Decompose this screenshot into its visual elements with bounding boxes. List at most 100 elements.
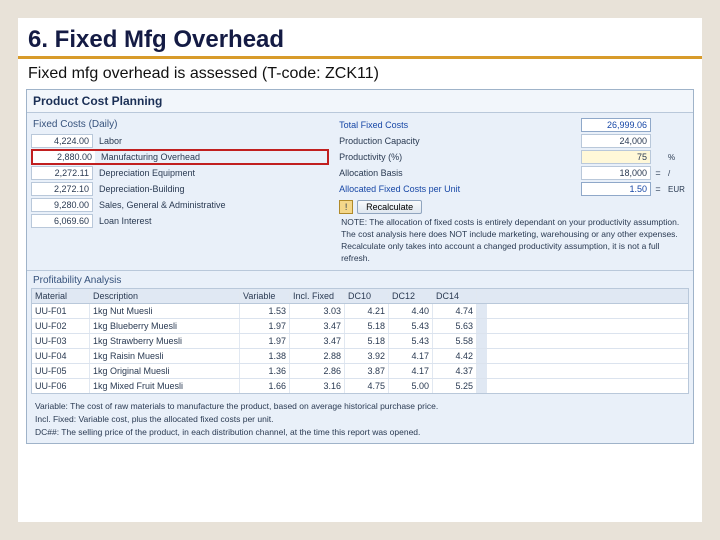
cell: 1kg Mixed Fruit Muesli bbox=[90, 379, 240, 393]
col-dc14: DC14 bbox=[433, 289, 477, 303]
fixed-cost-row: 6,069.60 Loan Interest bbox=[31, 213, 329, 229]
app-header: Product Cost Planning bbox=[27, 90, 693, 113]
cell: UU-F03 bbox=[32, 334, 90, 348]
cell: UU-F04 bbox=[32, 349, 90, 363]
perunit-label: Allocated Fixed Costs per Unit bbox=[339, 184, 581, 194]
scrollbar[interactable] bbox=[477, 289, 487, 303]
def-dc: DC##: The selling price of the product, … bbox=[35, 426, 685, 439]
cell: 5.18 bbox=[345, 319, 389, 333]
col-variable: Variable bbox=[240, 289, 290, 303]
fixed-cost-value[interactable]: 2,880.00 bbox=[33, 151, 95, 163]
fixed-cost-value[interactable]: 2,272.10 bbox=[31, 182, 93, 196]
table-row[interactable]: UU-F011kg Nut Muesli1.533.034.214.404.74 bbox=[32, 304, 688, 319]
cell: 4.75 bbox=[345, 379, 389, 393]
fixed-cost-value[interactable]: 4,224.00 bbox=[31, 134, 93, 148]
cell: UU-F05 bbox=[32, 364, 90, 378]
equals-icon: = bbox=[651, 184, 665, 194]
cell: UU-F06 bbox=[32, 379, 90, 393]
scrollbar[interactable] bbox=[477, 304, 487, 318]
table-row[interactable]: UU-F031kg Strawberry Muesli1.973.475.185… bbox=[32, 334, 688, 349]
basis-value: 18,000 bbox=[581, 166, 651, 180]
cell: 1kg Raisin Muesli bbox=[90, 349, 240, 363]
allocation-note: NOTE: The allocation of fixed costs is e… bbox=[339, 214, 689, 264]
fixed-cost-row: 9,280.00Sales, General & Administrative bbox=[31, 197, 329, 213]
def-incl-fixed: Incl. Fixed: Variable cost, plus the all… bbox=[35, 413, 685, 426]
cell: 1.97 bbox=[240, 334, 290, 348]
cell: 1kg Original Muesli bbox=[90, 364, 240, 378]
scrollbar[interactable] bbox=[477, 334, 487, 348]
fixed-cost-label: Manufacturing Overhead bbox=[101, 152, 200, 162]
profitability-table: Material Description Variable Incl. Fixe… bbox=[31, 288, 689, 394]
cell: 1.97 bbox=[240, 319, 290, 333]
cell: 1.38 bbox=[240, 349, 290, 363]
warning-icon: ! bbox=[339, 200, 353, 214]
table-row[interactable]: UU-F061kg Mixed Fruit Muesli1.663.164.75… bbox=[32, 379, 688, 393]
fixed-cost-label: Loan Interest bbox=[99, 216, 152, 226]
cell: 3.03 bbox=[290, 304, 345, 318]
cell: 4.40 bbox=[389, 304, 433, 318]
fixed-cost-value[interactable]: 6,069.60 bbox=[31, 214, 93, 228]
cell: 3.47 bbox=[290, 319, 345, 333]
allocation-group: Total Fixed Costs 26,999.06 Production C… bbox=[339, 117, 689, 264]
table-row[interactable]: UU-F021kg Blueberry Muesli1.973.475.185.… bbox=[32, 319, 688, 334]
cell: UU-F02 bbox=[32, 319, 90, 333]
total-fixed-value: 26,999.06 bbox=[581, 118, 651, 132]
cell: 4.17 bbox=[389, 364, 433, 378]
equals-icon: = bbox=[651, 168, 665, 178]
cell: 1.66 bbox=[240, 379, 290, 393]
cell: 5.43 bbox=[389, 334, 433, 348]
scrollbar[interactable] bbox=[477, 319, 487, 333]
recalculate-button[interactable]: Recalculate bbox=[357, 200, 422, 214]
cell: 4.74 bbox=[433, 304, 477, 318]
cell: 5.58 bbox=[433, 334, 477, 348]
profitability-title: Profitability Analysis bbox=[27, 271, 693, 288]
cell: 4.17 bbox=[389, 349, 433, 363]
col-incl-fixed: Incl. Fixed bbox=[290, 289, 345, 303]
basis-unit: / bbox=[665, 169, 689, 178]
cell: 1kg Strawberry Muesli bbox=[90, 334, 240, 348]
scrollbar[interactable] bbox=[477, 349, 487, 363]
col-dc12: DC12 bbox=[389, 289, 433, 303]
col-dc10: DC10 bbox=[345, 289, 389, 303]
cell: 5.00 bbox=[389, 379, 433, 393]
sap-window: Product Cost Planning Fixed Costs (Daily… bbox=[26, 89, 694, 444]
table-row[interactable]: UU-F041kg Raisin Muesli1.382.883.924.174… bbox=[32, 349, 688, 364]
cell: UU-F01 bbox=[32, 304, 90, 318]
cell: 5.43 bbox=[389, 319, 433, 333]
fixed-costs-group: Fixed Costs (Daily) 4,224.00Labor 2,880.0… bbox=[31, 117, 329, 264]
table-row[interactable]: UU-F051kg Original Muesli1.362.863.874.1… bbox=[32, 364, 688, 379]
fixed-costs-title: Fixed Costs (Daily) bbox=[31, 117, 329, 133]
productivity-label: Productivity (%) bbox=[339, 152, 581, 162]
page-title: 6. Fixed Mfg Overhead bbox=[18, 18, 702, 59]
cell: 4.37 bbox=[433, 364, 477, 378]
fixed-cost-label: Depreciation-Building bbox=[99, 184, 185, 194]
def-variable: Variable: The cost of raw materials to m… bbox=[35, 400, 685, 413]
cell: 3.47 bbox=[290, 334, 345, 348]
col-description: Description bbox=[90, 289, 240, 303]
fixed-cost-row: 4,224.00Labor bbox=[31, 133, 329, 149]
fixed-cost-value[interactable]: 9,280.00 bbox=[31, 198, 93, 212]
fixed-cost-value[interactable]: 2,272.11 bbox=[31, 166, 93, 180]
total-fixed-label: Total Fixed Costs bbox=[339, 120, 581, 130]
cell: 3.87 bbox=[345, 364, 389, 378]
perunit-value: 1.50 bbox=[581, 182, 651, 196]
cell: 2.88 bbox=[290, 349, 345, 363]
cell: 5.18 bbox=[345, 334, 389, 348]
top-pane: Fixed Costs (Daily) 4,224.00Labor 2,880.0… bbox=[27, 113, 693, 271]
cell: 2.86 bbox=[290, 364, 345, 378]
cell: 5.25 bbox=[433, 379, 477, 393]
slide: 6. Fixed Mfg Overhead Fixed mfg overhead… bbox=[18, 18, 702, 522]
scrollbar[interactable] bbox=[477, 364, 487, 378]
scrollbar[interactable] bbox=[477, 379, 487, 393]
basis-label: Allocation Basis bbox=[339, 168, 581, 178]
productivity-input[interactable]: 75 bbox=[581, 150, 651, 164]
capacity-value: 24,000 bbox=[581, 134, 651, 148]
cell: 1.53 bbox=[240, 304, 290, 318]
fixed-cost-label: Depreciation Equipment bbox=[99, 168, 195, 178]
col-material: Material bbox=[32, 289, 90, 303]
cell: 4.21 bbox=[345, 304, 389, 318]
cell: 4.42 bbox=[433, 349, 477, 363]
cell: 1kg Blueberry Muesli bbox=[90, 319, 240, 333]
cell: 3.92 bbox=[345, 349, 389, 363]
fixed-cost-row: 2,272.10 Depreciation-Building bbox=[31, 181, 329, 197]
